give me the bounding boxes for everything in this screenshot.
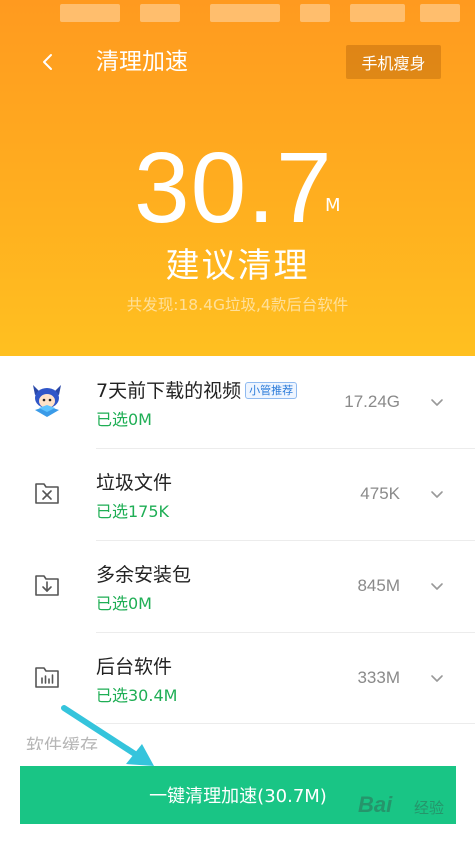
item-selected-size: 已选175K	[96, 502, 170, 521]
cleanable-size-unit: M	[325, 195, 341, 216]
folder-x-icon	[26, 472, 68, 514]
page-title: 清理加速	[96, 49, 188, 75]
mascot-icon	[26, 380, 68, 422]
found-summary: 共发现:18.4G垃圾,4款后台软件	[126, 296, 349, 314]
back-button[interactable]	[30, 44, 66, 80]
chevron-down-icon[interactable]	[429, 670, 445, 686]
header-banner: 清理加速 手机瘦身 30.7 M 建议清理 共发现:18.4G垃圾,4款后台软件	[0, 0, 475, 356]
chevron-down-icon[interactable]	[429, 486, 445, 502]
item-selected-size: 已选0M	[96, 410, 152, 429]
suggestion-text: 建议清理	[165, 246, 310, 286]
status-bar	[0, 0, 475, 30]
list-item-redundant-packages[interactable]: 多余安装包 已选0M 845M	[0, 540, 475, 632]
one-click-clean-button[interactable]: 一键清理加速(30.7M)	[20, 766, 456, 824]
item-title: 垃圾文件	[96, 472, 173, 494]
cleanable-size-value: 30.7	[134, 132, 333, 244]
item-selected-size: 已选30.4M	[96, 686, 178, 705]
list-item-background-apps[interactable]: 后台软件 已选30.4M 333M	[0, 632, 475, 724]
phone-slim-button[interactable]: 手机瘦身	[346, 45, 441, 79]
item-title: 后台软件	[96, 656, 173, 678]
chevron-down-icon[interactable]	[429, 578, 445, 594]
recommend-badge: 小管推荐	[245, 382, 298, 399]
list-item-software-cache-partial: 软件缓存	[26, 736, 98, 750]
list-item-old-videos[interactable]: 7天前下载的视频 小管推荐 已选0M 17.24G	[0, 356, 475, 448]
item-total-size: 333M	[357, 668, 400, 687]
list-item-junk-files[interactable]: 垃圾文件 已选175K 475K	[0, 448, 475, 540]
item-selected-size: 已选0M	[96, 594, 152, 613]
folder-download-icon	[26, 564, 68, 606]
item-title: 7天前下载的视频 小管推荐	[96, 376, 298, 403]
chevron-left-icon	[43, 54, 52, 70]
item-total-size: 845M	[357, 576, 400, 595]
folder-chart-icon	[26, 656, 68, 698]
item-title: 多余安装包	[96, 564, 192, 586]
chevron-down-icon[interactable]	[429, 394, 445, 410]
item-total-size: 475K	[360, 484, 400, 503]
item-total-size: 17.24G	[344, 392, 400, 411]
